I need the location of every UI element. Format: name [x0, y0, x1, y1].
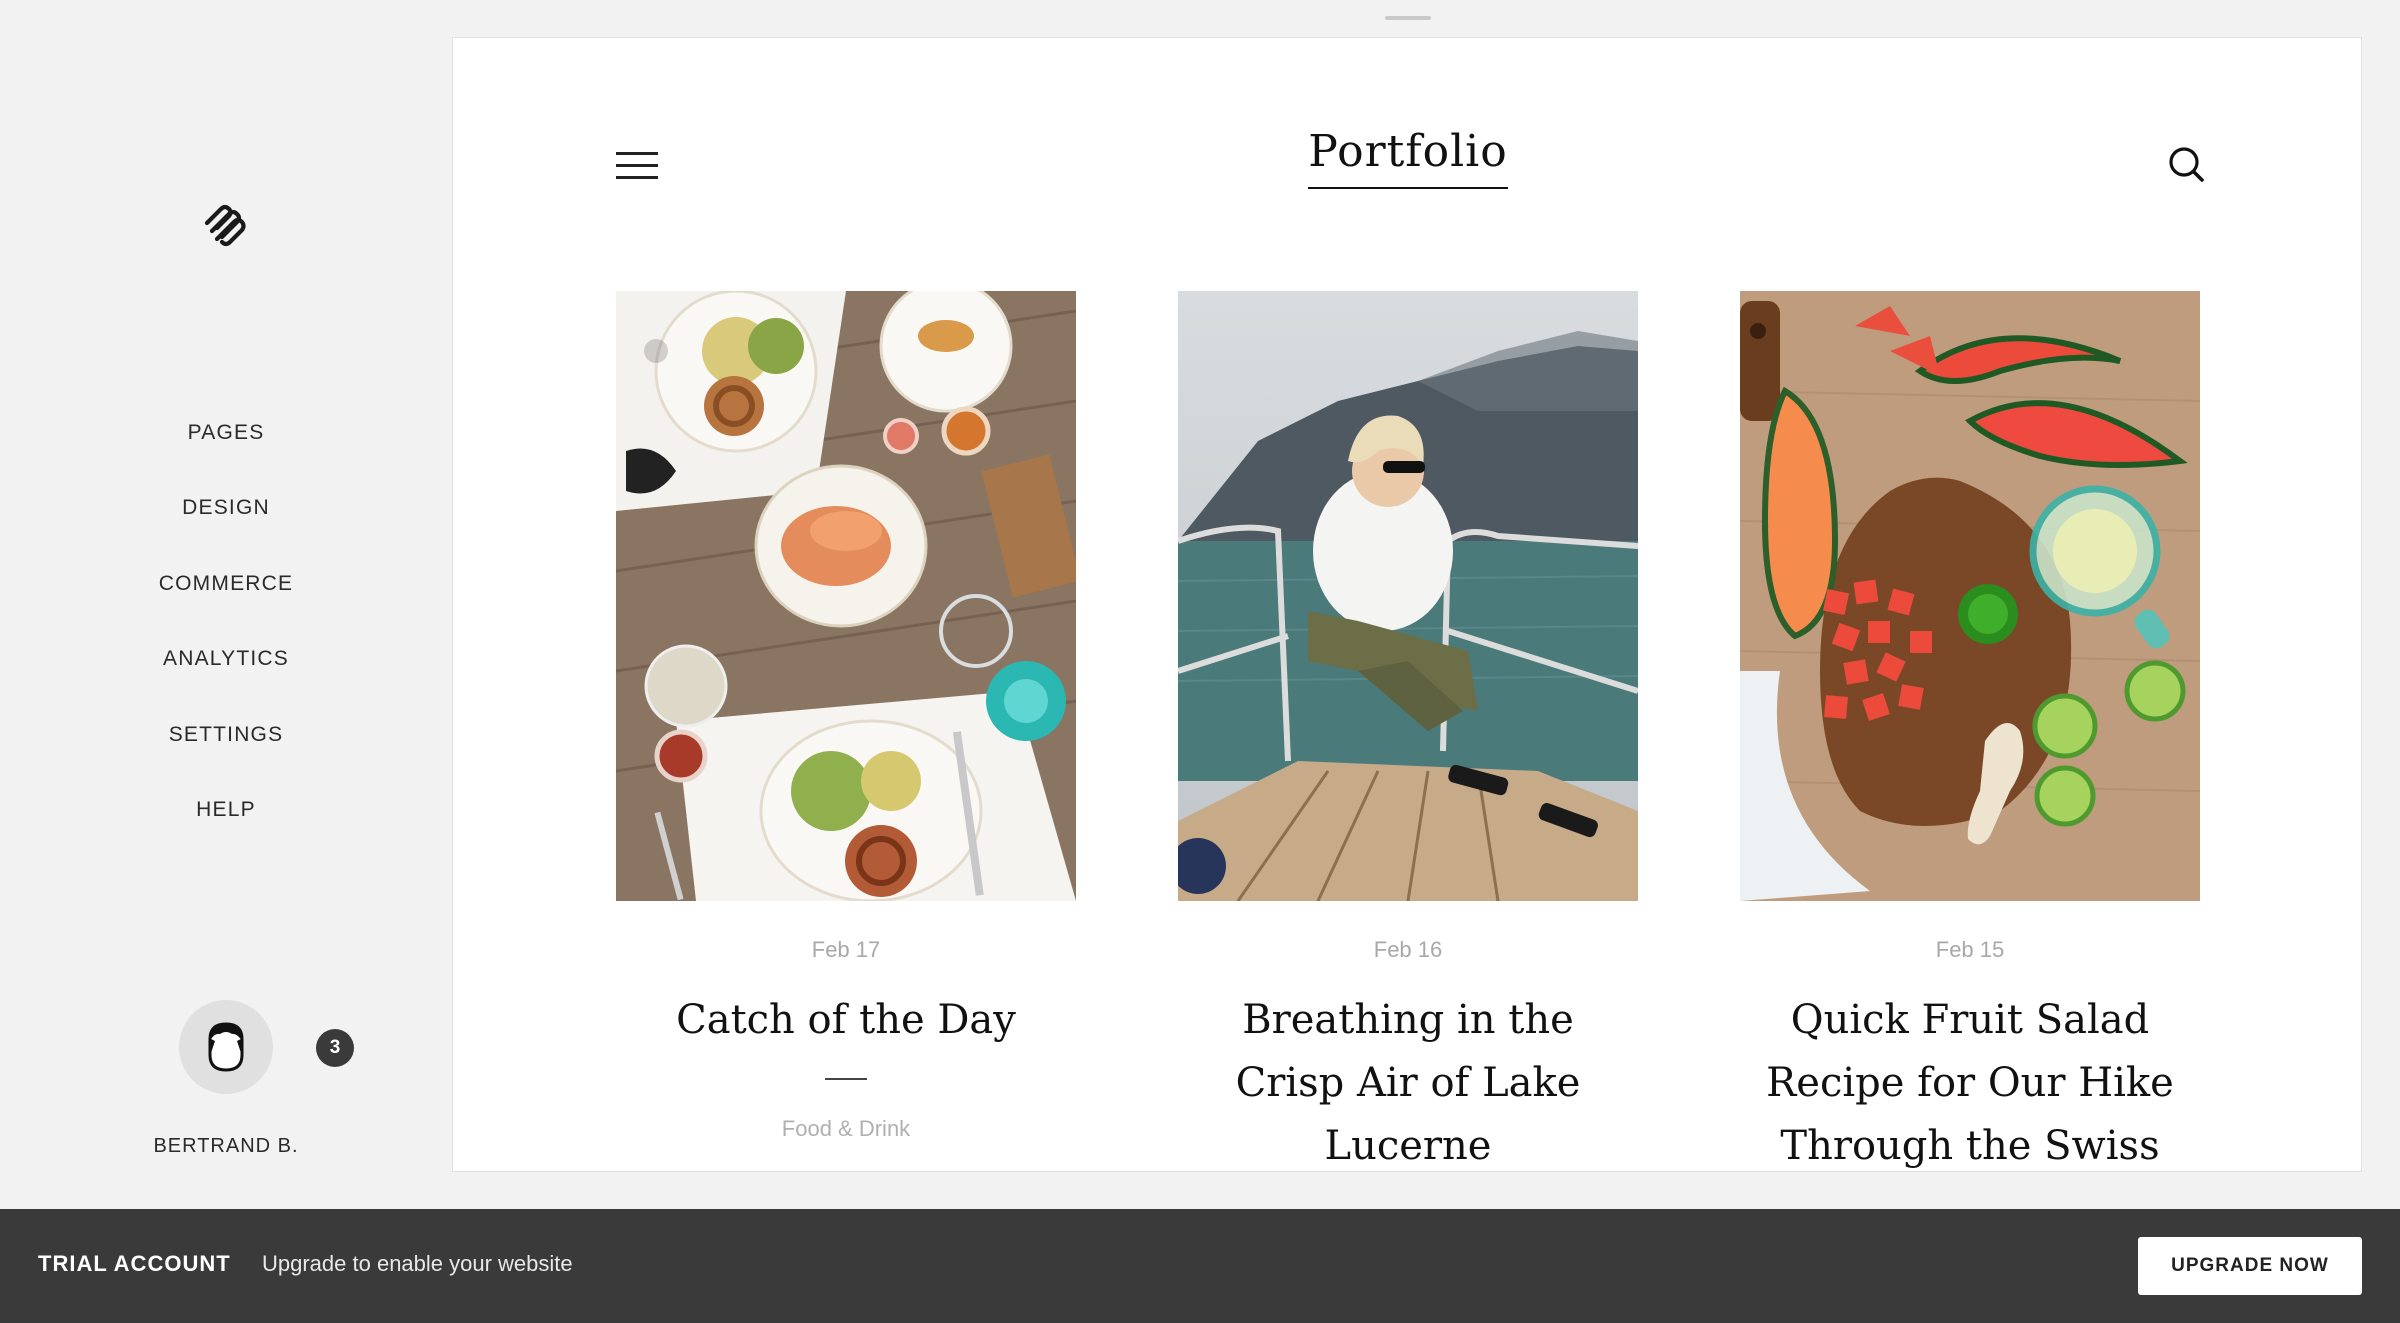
search-icon[interactable] — [2165, 143, 2209, 187]
sidebar-item-settings[interactable]: SETTINGS — [0, 697, 452, 773]
post-date: Feb 17 — [811, 937, 881, 962]
food-table-photo[interactable] — [616, 291, 1076, 901]
post-date: Feb 16 — [1373, 937, 1443, 962]
post-divider — [825, 1078, 867, 1080]
blog-post-card: Feb 15 Quick Fruit Salad Recipe for Our … — [1740, 291, 2200, 1171]
post-date: Feb 15 — [1935, 937, 2005, 962]
trial-account-message: Upgrade to enable your website — [262, 1251, 573, 1276]
user-name: BERTRAND B. — [153, 1135, 299, 1157]
lake-boat-photo[interactable] — [1178, 291, 1638, 901]
site-preview: Portfolio Feb 17 Catch of the Day Food &… — [452, 37, 2362, 1172]
avatar[interactable] — [179, 1000, 273, 1094]
sidebar-item-analytics[interactable]: ANALYTICS — [0, 622, 452, 698]
sidebar-item-help[interactable]: HELP — [0, 773, 452, 849]
squarespace-logo-icon[interactable] — [201, 201, 251, 251]
blog-post-card: Feb 16 Breathing in the Crisp Air of Lak… — [1178, 291, 1638, 1171]
preview-drag-handle[interactable] — [1385, 16, 1431, 20]
site-title: Portfolio — [453, 126, 2361, 189]
notification-badge[interactable]: 3 — [316, 1029, 354, 1067]
site-title-link[interactable]: Portfolio — [1308, 126, 1508, 189]
watermelon-board-photo[interactable] — [1740, 291, 2200, 901]
sidebar-nav: PAGES DESIGN COMMERCE ANALYTICS SETTINGS… — [0, 395, 452, 848]
sidebar-item-commerce[interactable]: COMMERCE — [0, 546, 452, 622]
trial-account-label: TRIAL ACCOUNT — [38, 1251, 231, 1276]
blog-post-card: Feb 17 Catch of the Day Food & Drink — [616, 291, 1076, 1142]
post-title[interactable]: Quick Fruit Salad Recipe for Our Hike Th… — [1740, 989, 2200, 1171]
upgrade-now-button[interactable]: UPGRADE NOW — [2138, 1237, 2362, 1295]
trial-account-bar: TRIAL ACCOUNT Upgrade to enable your web… — [0, 1209, 2400, 1323]
sidebar-item-pages[interactable]: PAGES — [0, 395, 452, 471]
post-title[interactable]: Breathing in the Crisp Air of Lake Lucer… — [1178, 989, 1638, 1171]
sidebar: PAGES DESIGN COMMERCE ANALYTICS SETTINGS… — [0, 0, 452, 1209]
hamburger-menu-icon[interactable] — [616, 149, 660, 183]
sidebar-item-design[interactable]: DESIGN — [0, 471, 452, 547]
post-title[interactable]: Catch of the Day — [616, 989, 1076, 1052]
user-avatar-icon — [208, 1022, 244, 1072]
post-category[interactable]: Food & Drink — [616, 1116, 1076, 1142]
